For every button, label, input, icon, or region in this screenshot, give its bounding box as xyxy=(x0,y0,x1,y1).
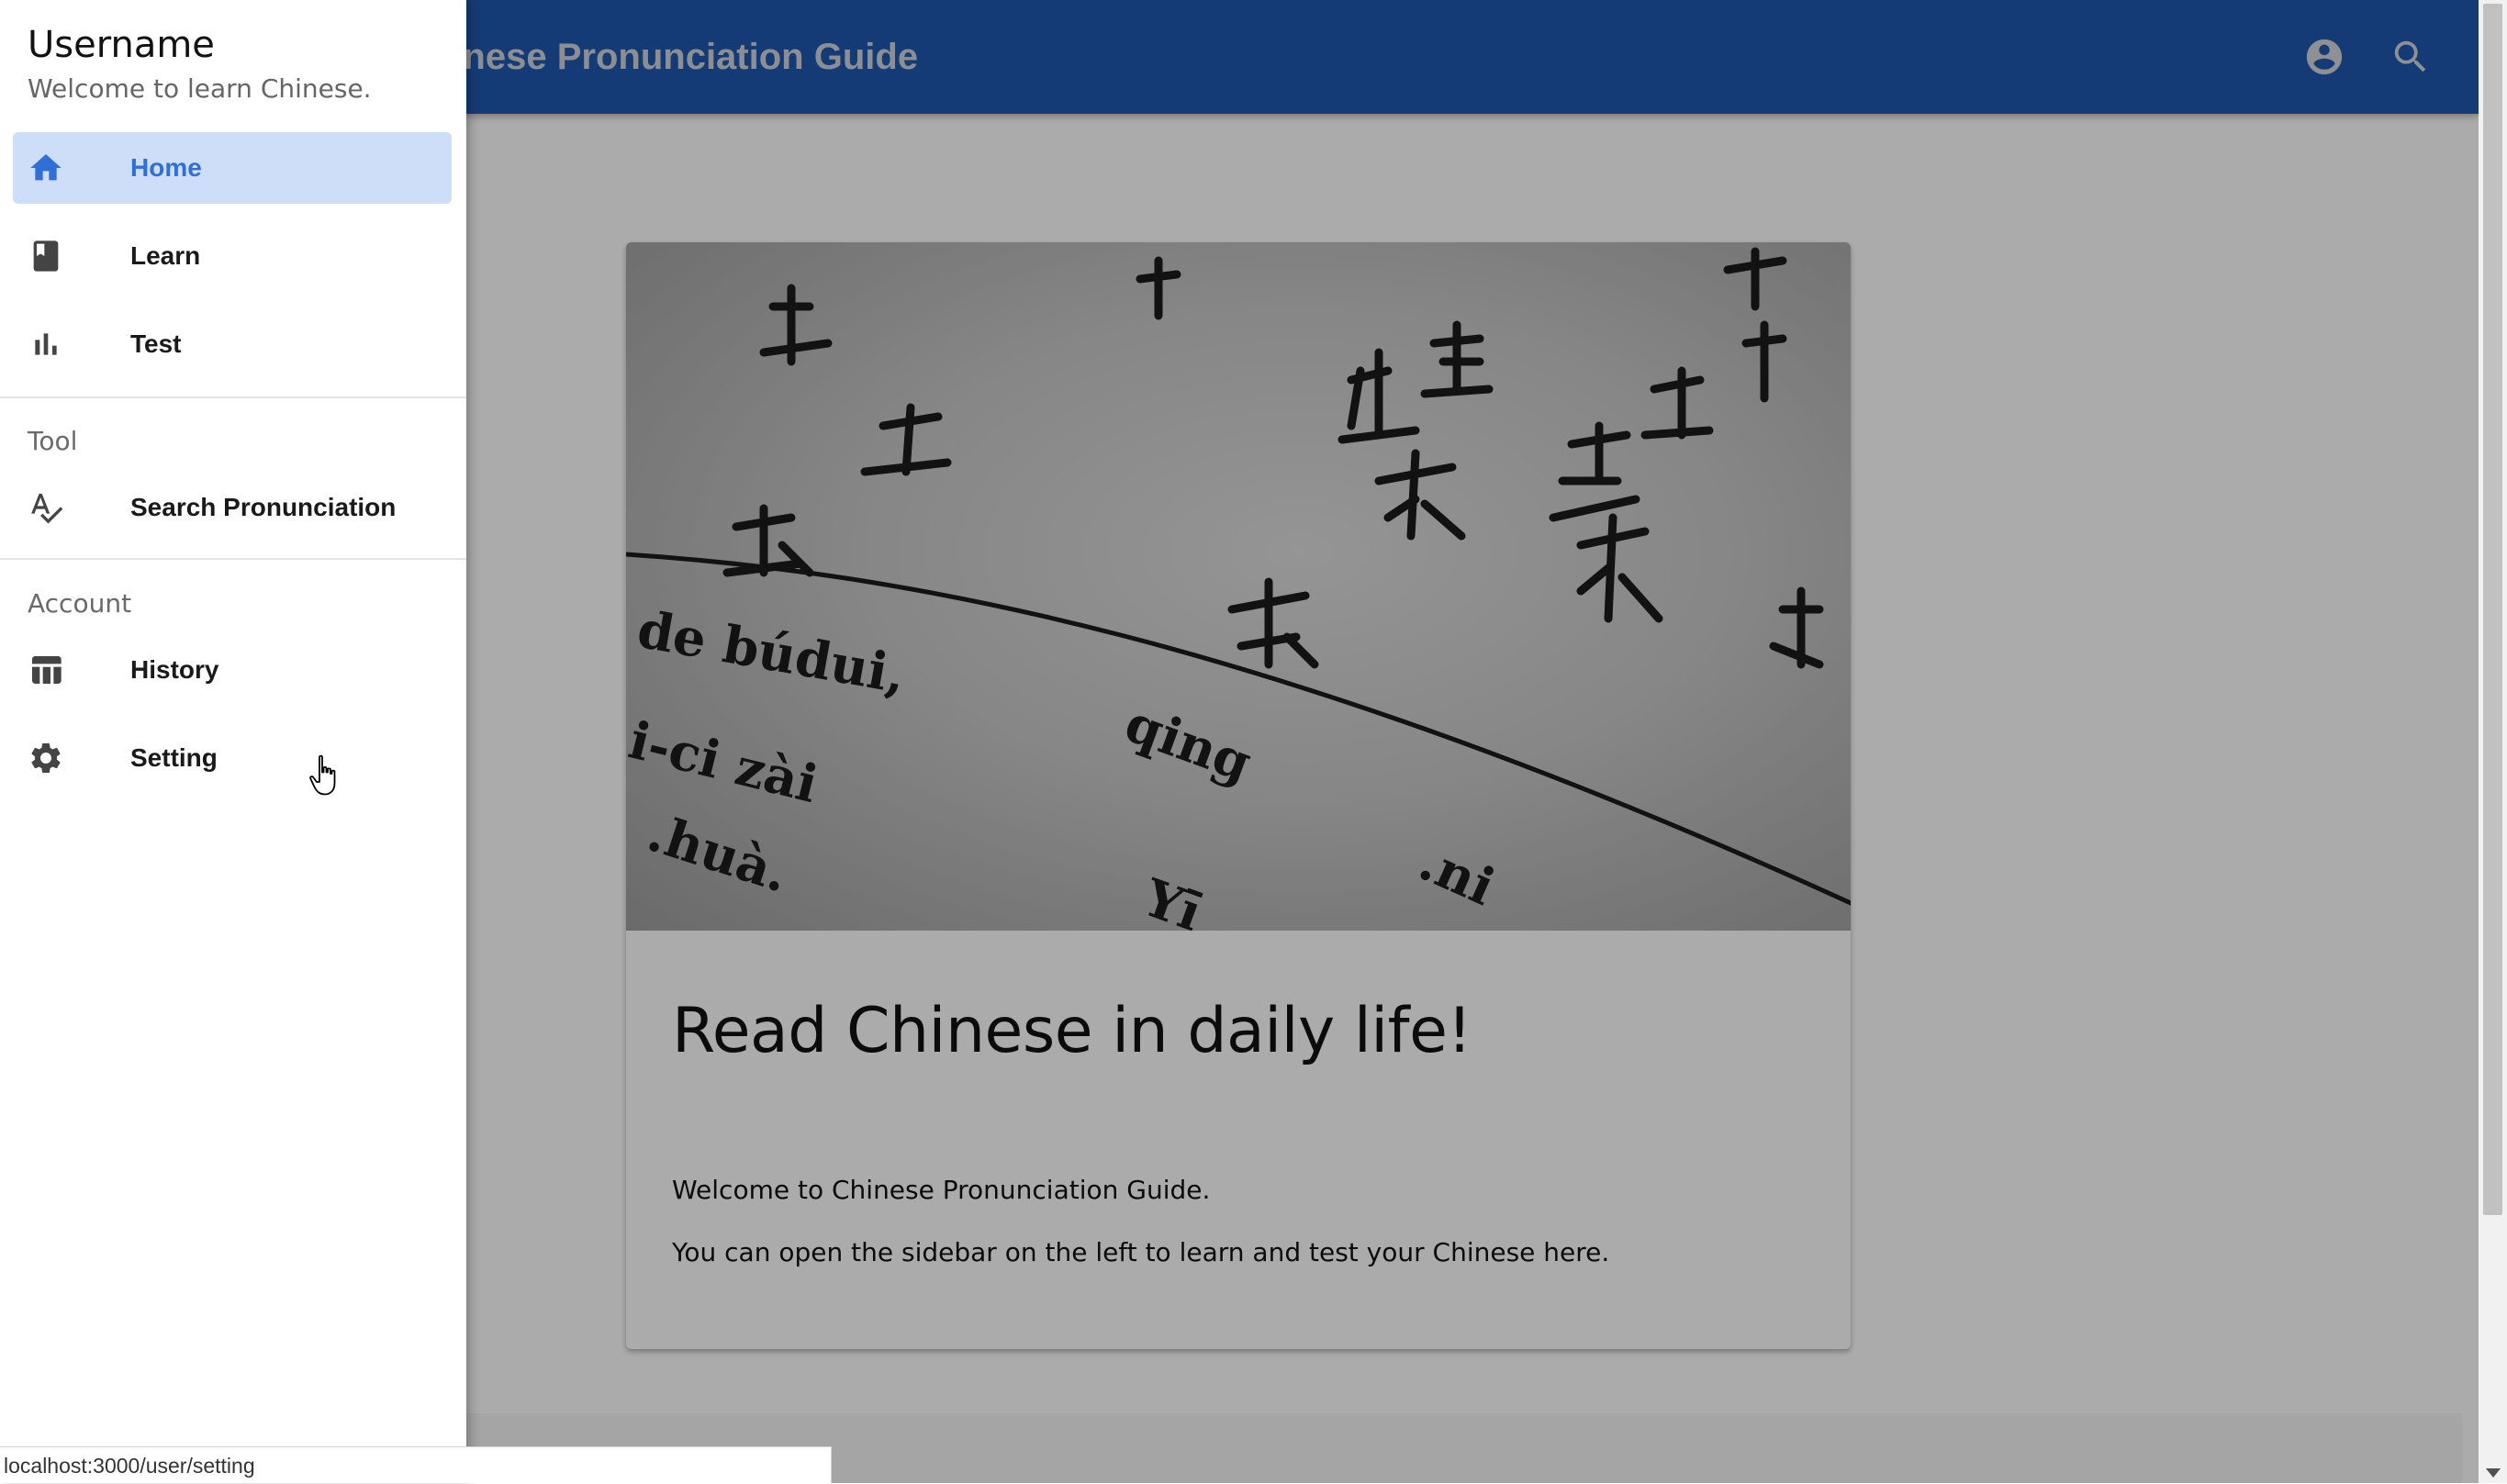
nav-item-label: Search Pronunciation xyxy=(130,493,397,521)
drawer-divider xyxy=(0,558,466,560)
gear-icon xyxy=(28,740,64,776)
nav-item-search-pronunciation[interactable]: Search Pronunciation xyxy=(13,472,452,543)
table-icon xyxy=(28,652,64,688)
home-icon xyxy=(28,150,64,186)
navigation-drawer: Username Welcome to learn Chinese. Home … xyxy=(0,0,466,1483)
book-icon xyxy=(28,238,64,274)
spellcheck-icon xyxy=(28,489,64,526)
account-section-header: Account xyxy=(28,588,132,619)
nav-item-test[interactable]: Test xyxy=(13,308,452,380)
drawer-divider xyxy=(0,396,466,398)
nav-item-home[interactable]: Home xyxy=(13,132,452,204)
page-scrollbar[interactable] xyxy=(2479,0,2507,1483)
hand-cursor-icon xyxy=(309,754,336,796)
scroll-down-arrow-icon[interactable] xyxy=(2486,1468,2501,1478)
bar-chart-icon xyxy=(28,326,64,363)
status-bar-url: localhost:3000/user/setting xyxy=(0,1446,832,1483)
drawer-subtitle: Welcome to learn Chinese. xyxy=(28,73,372,104)
nav-item-history[interactable]: History xyxy=(13,634,452,706)
tool-section-header: Tool xyxy=(28,426,78,456)
nav-item-label: Setting xyxy=(130,743,218,772)
nav-item-label: Learn xyxy=(130,241,201,270)
drawer-username: Username xyxy=(28,24,215,66)
nav-item-setting[interactable]: Setting xyxy=(13,722,452,794)
nav-item-learn[interactable]: Learn xyxy=(13,220,452,292)
nav-item-label: Test xyxy=(130,329,182,358)
scrollbar-thumb[interactable] xyxy=(2483,4,2502,1215)
nav-item-label: History xyxy=(130,655,219,684)
nav-item-label: Home xyxy=(130,153,202,182)
